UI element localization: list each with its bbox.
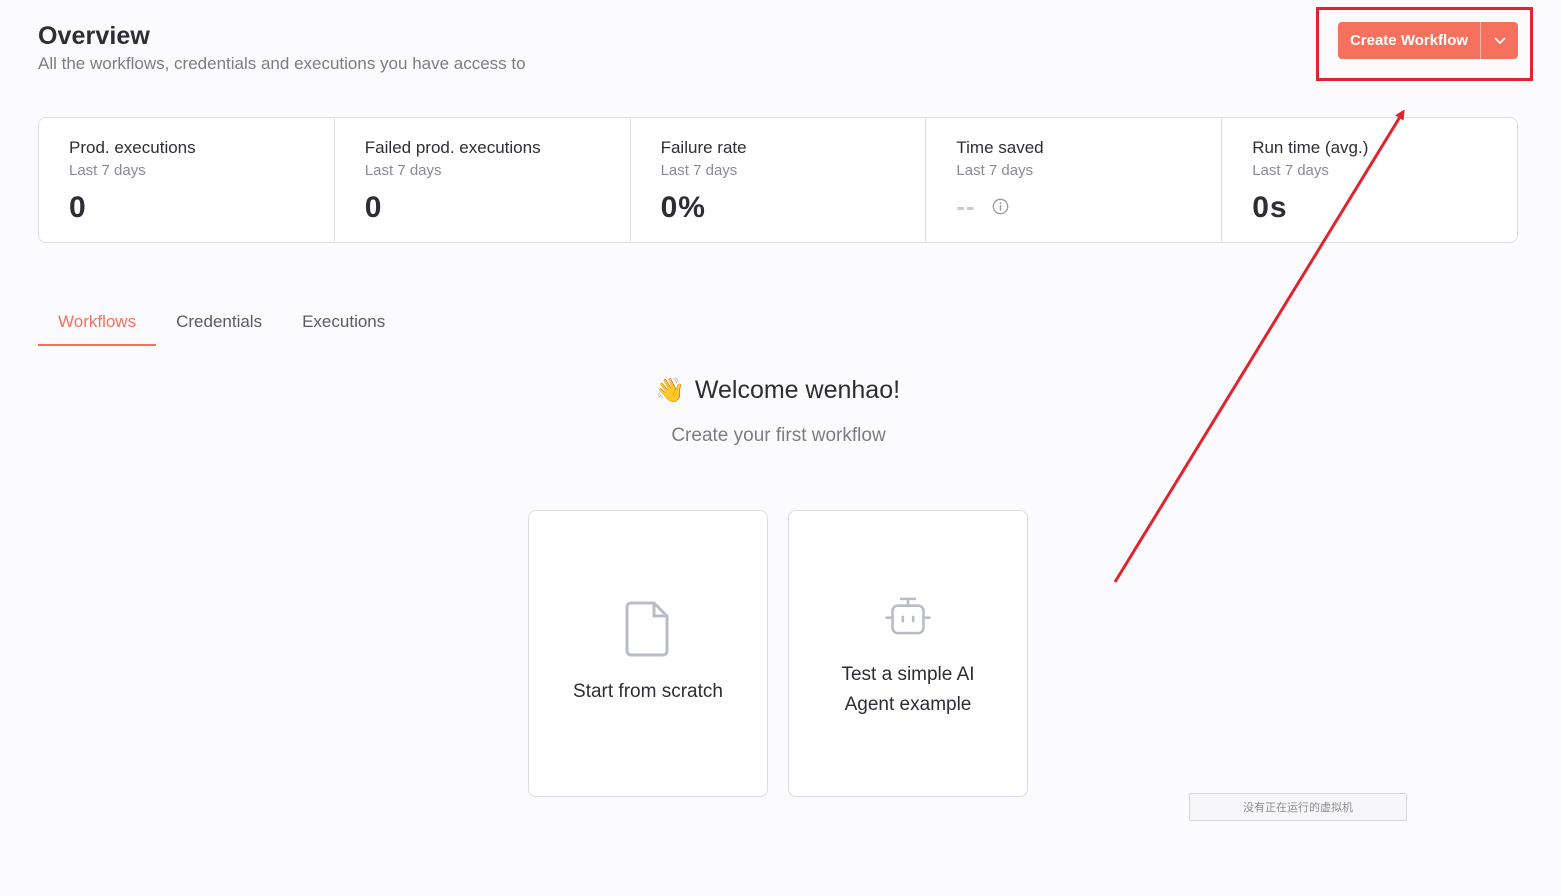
vm-status-bar: 没有正在运行的虚拟机 — [1189, 793, 1407, 821]
ai-agent-example-card[interactable]: Test a simple AI Agent example — [788, 510, 1028, 797]
card-label: Test a simple AI Agent example — [841, 663, 975, 715]
tab-executions[interactable]: Executions — [282, 306, 405, 346]
card-label: Start from scratch — [573, 680, 723, 702]
stat-failure-rate: Failure rate Last 7 days 0% — [631, 118, 927, 242]
start-from-scratch-card[interactable]: Start from scratch — [528, 510, 768, 797]
stat-period: Last 7 days — [1252, 162, 1329, 179]
page-subtitle: All the workflows, credentials and execu… — [38, 54, 526, 73]
stat-value: 0 — [364, 191, 383, 224]
overview-page: Overview All the workflows, credentials … — [0, 0, 1561, 896]
stat-label: Run time (avg.) — [1252, 138, 1369, 157]
stat-prod-executions: Prod. executions Last 7 days 0 — [39, 118, 335, 242]
stat-value: -- — [956, 191, 976, 221]
tab-credentials[interactable]: Credentials — [156, 306, 282, 346]
annotation-highlight-box — [1316, 7, 1533, 81]
stat-label: Failure rate — [660, 138, 747, 157]
waving-hand-icon: 👋 — [654, 377, 685, 404]
stat-period: Last 7 days — [364, 162, 442, 179]
page-title: Overview — [38, 22, 150, 50]
stat-run-time-avg: Run time (avg.) Last 7 days 0s — [1222, 118, 1517, 242]
overview-tabs: Workflows Credentials Executions — [38, 306, 405, 346]
stats-panel: Prod. executions Last 7 days 0 Failed pr… — [38, 117, 1518, 243]
welcome-heading: 👋 Welcome wenhao! — [655, 376, 900, 405]
stat-value: 0% — [660, 191, 706, 224]
stat-label: Time saved — [956, 138, 1044, 157]
welcome-subtitle: Create your first workflow — [671, 425, 886, 446]
robot-icon — [884, 588, 932, 644]
stat-failed-prod-executions: Failed prod. executions Last 7 days 0 — [335, 118, 631, 242]
welcome-section: 👋 Welcome wenhao! Create your first work… — [0, 376, 1561, 447]
stat-label: Failed prod. executions — [364, 138, 541, 157]
stat-value-row: -- — [956, 191, 1191, 222]
stat-time-saved: Time saved Last 7 days -- — [926, 118, 1223, 242]
file-icon — [624, 601, 672, 657]
stat-period: Last 7 days — [69, 162, 146, 179]
stat-period: Last 7 days — [660, 162, 738, 179]
stat-period: Last 7 days — [956, 162, 1034, 179]
stat-label: Prod. executions — [69, 138, 196, 157]
info-icon[interactable] — [992, 198, 1009, 215]
stat-value: 0s — [1252, 191, 1288, 224]
welcome-title: Welcome wenhao! — [694, 376, 901, 404]
tab-workflows[interactable]: Workflows — [38, 306, 157, 346]
stat-value: 0 — [69, 191, 87, 224]
